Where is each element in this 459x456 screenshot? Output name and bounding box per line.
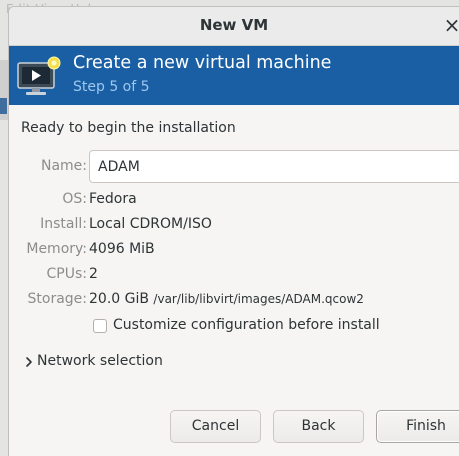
storage-size: 20.0 GiB: [89, 291, 149, 307]
finish-button[interactable]: Finish: [376, 410, 459, 443]
wizard-banner: Create a new virtual machine Step 5 of 5: [9, 46, 459, 105]
os-value: Fedora: [89, 191, 137, 207]
install-row: Install: Local CDROM/ISO: [9, 216, 459, 236]
banner-step: Step 5 of 5: [73, 79, 150, 95]
close-icon[interactable]: ×: [441, 13, 459, 37]
name-label: Name:: [40, 158, 87, 174]
banner-heading: Create a new virtual machine: [73, 53, 332, 73]
name-input[interactable]: [89, 150, 459, 183]
os-label: OS:: [62, 191, 87, 207]
back-button[interactable]: Back: [273, 410, 364, 443]
memory-row: Memory: 4096 MiB: [9, 241, 459, 261]
background-window-selection: [0, 98, 7, 114]
dialog-titlebar: New VM ×: [9, 7, 459, 46]
storage-row: Storage: 20.0 GiB /var/lib/libvirt/image…: [9, 291, 459, 311]
cpus-row: CPUs: 2: [9, 266, 459, 286]
cpus-label: CPUs:: [46, 266, 87, 282]
vm-monitor-icon: [17, 56, 61, 95]
memory-label: Memory:: [26, 241, 87, 257]
ready-text: Ready to begin the installation: [21, 120, 236, 136]
cpus-value: 2: [89, 266, 98, 282]
memory-value: 4096 MiB: [89, 241, 155, 257]
customize-label[interactable]: Customize configuration before install: [113, 317, 380, 333]
network-selection-label[interactable]: Network selection: [37, 353, 163, 369]
new-vm-dialog: New VM × Create a new virtual machine St…: [8, 6, 459, 456]
cancel-button[interactable]: Cancel: [170, 410, 261, 443]
dialog-title: New VM: [199, 16, 269, 34]
storage-value: 20.0 GiB /var/lib/libvirt/images/ADAM.qc…: [89, 291, 364, 307]
storage-path: /var/lib/libvirt/images/ADAM.qcow2: [153, 292, 364, 306]
install-label: Install:: [40, 216, 87, 232]
os-row: OS: Fedora: [9, 191, 459, 211]
customize-checkbox[interactable]: [93, 319, 107, 333]
storage-label: Storage:: [27, 291, 88, 307]
install-value: Local CDROM/ISO: [89, 216, 212, 232]
chevron-right-icon: [26, 357, 32, 367]
